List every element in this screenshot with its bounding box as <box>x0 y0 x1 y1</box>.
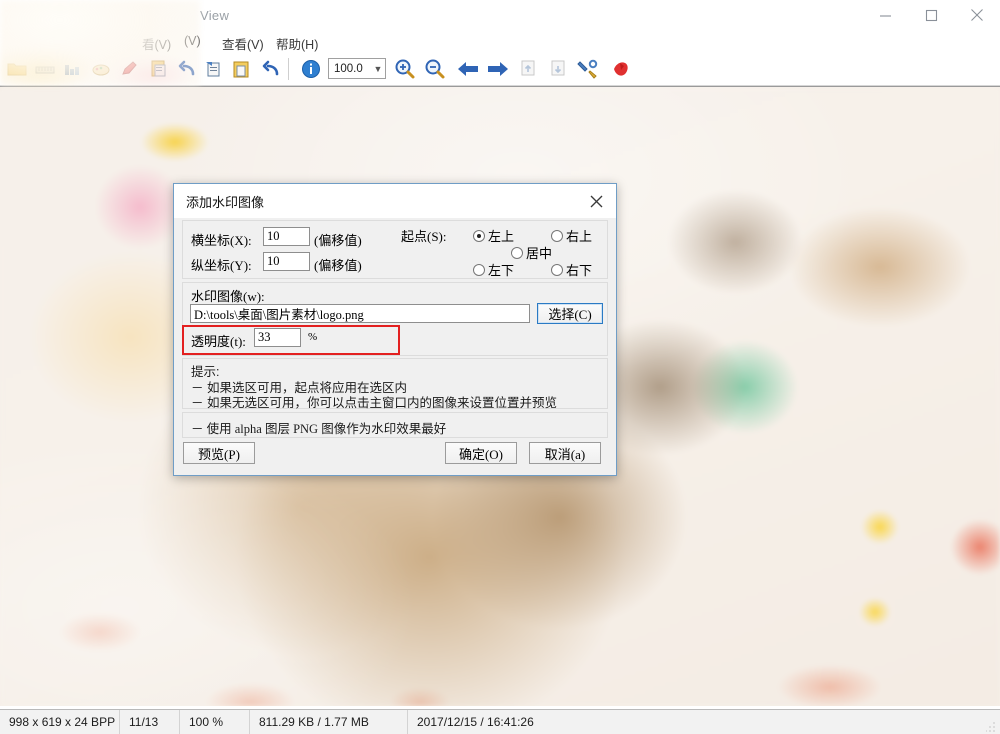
transparency-input[interactable]: 33 <box>254 328 301 347</box>
status-page: 11/13 <box>120 710 180 734</box>
pen-icon[interactable] <box>116 56 142 82</box>
chevron-down-icon[interactable]: ▼ <box>371 64 385 74</box>
x-coord-suffix: (偏移值) <box>314 233 362 248</box>
title-bar[interactable]: View <box>0 0 1000 30</box>
hint-line-2: － 如果无选区可用，你可以点击主窗口内的图像来设置位置并预览 <box>191 396 557 410</box>
histogram-icon[interactable] <box>60 56 86 82</box>
watermark-label: 水印图像(w): <box>191 289 265 304</box>
x-coord-input[interactable]: 10 <box>263 227 310 246</box>
menu-help[interactable]: 帮助(H) <box>272 33 322 54</box>
watermark-path-input[interactable]: D:\tools\桌面\图片素材\logo.png <box>190 304 530 323</box>
window-title: View <box>200 8 230 23</box>
dialog-body: 横坐标(X): 10 (偏移值) 纵坐标(Y): 10 (偏移值) 起点(S):… <box>174 218 616 475</box>
zoom-combo[interactable]: 100.0 ▼ <box>328 58 386 79</box>
anchor-label: 起点(S): <box>401 229 447 244</box>
menu-bar[interactable]: 看(V) (V) 查看(V) 帮助(H) <box>0 30 1000 52</box>
dialog-footer: 预览(P) 确定(O) 取消(a) <box>174 440 616 474</box>
radio-bottom-right[interactable]: 右下 <box>551 260 592 279</box>
position-group: 横坐标(X): 10 (偏移值) 纵坐标(Y): 10 (偏移值) 起点(S):… <box>182 220 608 279</box>
status-zoom: 100 % <box>180 710 250 734</box>
hints-group-2: － 使用 alpha 图层 PNG 图像作为水印效果最好 <box>182 412 608 438</box>
window-controls <box>862 0 1000 30</box>
resize-grip-icon[interactable] <box>986 720 998 732</box>
radio-label: 左下 <box>488 263 515 278</box>
prev-page-icon[interactable] <box>515 56 541 82</box>
radio-dot-icon <box>511 246 523 259</box>
x-coord-label: 横坐标(X): <box>191 233 252 248</box>
radio-bottom-left[interactable]: 左下 <box>473 260 514 279</box>
paste-icon[interactable] <box>228 56 254 82</box>
quit-icon[interactable] <box>608 56 634 82</box>
status-datetime: 2017/12/15 / 16:41:26 <box>417 715 534 729</box>
radio-dot-icon <box>473 229 485 242</box>
paste-special-icon[interactable] <box>200 56 226 82</box>
toolbar-separator <box>288 58 289 80</box>
y-coord-input[interactable]: 10 <box>263 252 310 271</box>
hint-line-3: － 使用 alpha 图层 PNG 图像作为水印效果最好 <box>191 422 447 436</box>
radio-dot-icon <box>473 263 485 276</box>
menu-view[interactable]: 查看(V) <box>218 33 268 54</box>
close-icon[interactable] <box>584 190 608 212</box>
dialog-title: 添加水印图像 <box>186 194 265 210</box>
ok-button[interactable]: 确定(O) <box>445 442 517 464</box>
radio-dot-icon <box>551 229 563 242</box>
zoom-in-icon[interactable] <box>392 56 418 82</box>
zoom-value: 100.0 <box>334 62 363 75</box>
next-page-icon[interactable] <box>545 56 571 82</box>
transparency-unit: % <box>308 331 318 343</box>
info-icon[interactable] <box>298 56 324 82</box>
radio-top-right[interactable]: 右上 <box>551 226 592 245</box>
radio-top-left[interactable]: 左上 <box>473 226 514 245</box>
cancel-button[interactable]: 取消(a) <box>529 442 601 464</box>
redo-icon[interactable] <box>258 56 284 82</box>
browse-button[interactable]: 选择(C) <box>537 303 603 324</box>
radio-label: 居中 <box>526 246 553 261</box>
radio-dot-icon <box>551 263 563 276</box>
forward-arrow-icon[interactable] <box>485 56 511 82</box>
watermark-group: 水印图像(w): D:\tools\桌面\图片素材\logo.png 选择(C)… <box>182 282 608 356</box>
ruler-icon[interactable] <box>32 56 58 82</box>
copy-icon[interactable] <box>146 56 172 82</box>
dialog-title-bar: 添加水印图像 <box>174 184 616 218</box>
menu-obscured-1[interactable]: 看(V) <box>138 33 175 54</box>
status-bar: 998 x 619 x 24 BPP 11/13 100 % 811.29 KB… <box>0 709 1000 734</box>
open-folder-icon[interactable] <box>4 56 30 82</box>
add-watermark-dialog[interactable]: 添加水印图像 横坐标(X): 10 (偏移值) 纵坐标(Y): 10 (偏移值)… <box>173 183 617 476</box>
transparency-label: 透明度(t): <box>191 334 246 349</box>
back-arrow-icon[interactable] <box>455 56 481 82</box>
zoom-out-icon[interactable] <box>422 56 448 82</box>
menu-obscured-2[interactable]: (V) <box>180 33 205 49</box>
preview-button[interactable]: 预览(P) <box>183 442 255 464</box>
undo-icon[interactable] <box>174 56 200 82</box>
app-window: View 看(V) (V) 查看(V) 帮助(H) 100.0 ▼ 添加水印图像… <box>0 0 1000 734</box>
radio-label: 右上 <box>566 229 593 244</box>
toolbar[interactable]: 100.0 ▼ <box>0 0 1000 86</box>
hints-group: 提示: － 如果选区可用，起点将应用在选区内 － 如果无选区可用，你可以点击主窗… <box>182 358 608 410</box>
minimize-icon[interactable] <box>862 0 908 30</box>
tools-icon[interactable] <box>575 56 601 82</box>
radio-center[interactable]: 居中 <box>511 243 552 262</box>
status-filesize: 811.29 KB / 1.77 MB <box>250 710 408 734</box>
y-coord-label: 纵坐标(Y): <box>191 258 252 273</box>
maximize-icon[interactable] <box>908 0 954 30</box>
radio-label: 右下 <box>566 263 593 278</box>
y-coord-suffix: (偏移值) <box>314 258 362 273</box>
palette-icon[interactable] <box>88 56 114 82</box>
close-icon[interactable] <box>954 0 1000 30</box>
status-dimensions: 998 x 619 x 24 BPP <box>0 710 120 734</box>
